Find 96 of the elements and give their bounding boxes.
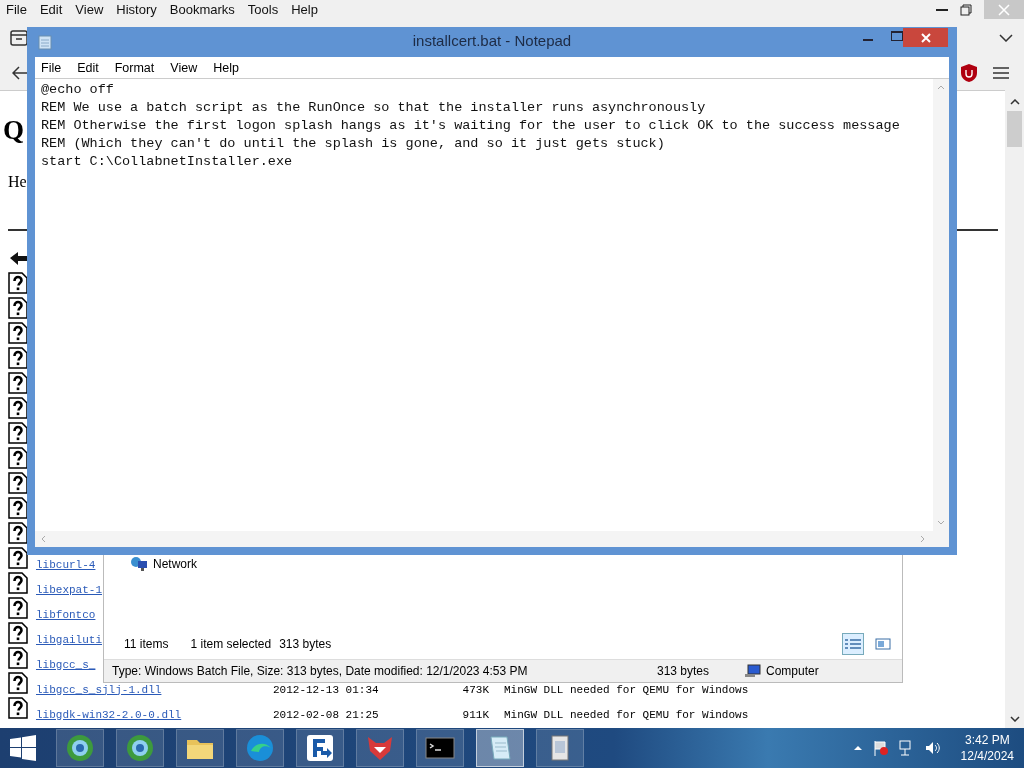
file-description: MinGW DLL needed for QEMU for Windows	[504, 683, 749, 696]
unknown-file-icon	[8, 297, 28, 319]
unknown-file-icon	[8, 397, 28, 419]
close-icon	[920, 32, 931, 43]
file-link[interactable]: libexpat-1	[36, 583, 102, 596]
maximize-icon[interactable]	[891, 31, 903, 41]
menu-item[interactable]: Help	[291, 2, 318, 20]
taskbar-button[interactable]	[176, 729, 224, 767]
taskbar-button[interactable]	[56, 729, 104, 767]
scroll-up-icon[interactable]	[1009, 99, 1020, 105]
chevron-up-icon[interactable]	[852, 745, 863, 751]
details-view-button[interactable]	[842, 633, 864, 655]
chevron-down-icon[interactable]	[999, 34, 1013, 42]
menu-item[interactable]: Format	[114, 60, 155, 75]
globe-icon	[65, 733, 95, 763]
scroll-thumb[interactable]	[1007, 111, 1022, 147]
unknown-file-icon	[8, 622, 28, 644]
unknown-file-icon	[8, 372, 28, 394]
code-line: @echo off	[41, 81, 114, 99]
globe-icon	[125, 733, 155, 763]
list-icon	[845, 638, 861, 650]
unknown-file-icon	[8, 547, 28, 569]
file-description: MinGW DLL needed for QEMU for Windows	[504, 708, 749, 721]
unknown-file-icon	[8, 472, 28, 494]
file-link[interactable]: libgcc_s_sjlj-1.dll	[36, 683, 162, 696]
taskbar-button[interactable]	[536, 729, 584, 767]
unknown-file-icon	[8, 497, 28, 519]
file-link[interactable]: libcurl-4	[36, 558, 96, 571]
menu-item[interactable]: File	[6, 2, 27, 20]
back-icon[interactable]	[12, 66, 28, 80]
menu-item[interactable]: History	[116, 2, 157, 20]
taskbar-button[interactable]	[116, 729, 164, 767]
unknown-file-icon	[8, 697, 28, 719]
file-date: 2012-02-08 21:25	[273, 708, 380, 721]
menu-icon[interactable]	[993, 67, 1009, 79]
menu-item[interactable]: Tools	[247, 2, 279, 20]
menu-item[interactable]: Help	[213, 60, 239, 75]
file-size: 473K	[461, 683, 489, 696]
unknown-file-icon	[8, 347, 28, 369]
unknown-file-icon	[8, 572, 28, 594]
clock-time: 3:42 PM	[964, 732, 1010, 748]
file-link[interactable]: libfontco	[36, 608, 96, 621]
restore-icon[interactable]	[960, 3, 972, 16]
taskbar-button[interactable]	[236, 729, 284, 767]
page-text: He	[8, 173, 27, 191]
close-button[interactable]	[903, 28, 948, 47]
code-line: start C:\CollabnetInstaller.exe	[41, 153, 293, 171]
close-icon	[998, 3, 1010, 16]
clock-date: 12/4/2024	[960, 748, 1014, 764]
window-title: installcert.bat - Notepad	[411, 32, 573, 49]
tab-list-icon[interactable]	[10, 30, 28, 46]
taskbar-button[interactable]	[296, 729, 344, 767]
code-line: REM We use a batch script as the RunOnce so that the installer runs asynchronously	[41, 99, 706, 117]
unknown-file-icon	[8, 447, 28, 469]
wave-icon	[245, 733, 275, 763]
shield-icon[interactable]	[960, 63, 978, 83]
network-icon	[130, 556, 148, 572]
file-size: 911K	[461, 708, 489, 721]
location-label: Computer	[766, 664, 819, 678]
preview-icon	[875, 638, 891, 650]
menu-item[interactable]: View	[75, 2, 104, 20]
taskbar-button[interactable]	[416, 729, 464, 767]
clock[interactable]: 3:42 PM 12/4/2024	[960, 732, 1014, 764]
file-link[interactable]: libgailuti	[36, 633, 102, 646]
computer-icon	[745, 664, 761, 678]
unknown-file-icon	[8, 597, 28, 619]
code-line: REM (Which they can't do until the splash is gone, and so it just gets stuck)	[41, 135, 665, 153]
windows-logo-icon[interactable]	[10, 735, 36, 761]
menu-item[interactable]: Edit	[39, 2, 63, 20]
menu-item[interactable]: Bookmarks	[169, 2, 235, 20]
menu-item[interactable]: Edit	[77, 60, 99, 75]
item-count: 11 items	[124, 637, 169, 651]
unknown-file-icon	[8, 272, 28, 294]
selection-size: 313 bytes	[279, 637, 332, 651]
page-heading: Q	[3, 117, 24, 144]
unknown-file-icon	[8, 322, 28, 344]
taskbar-button[interactable]	[476, 729, 524, 767]
speaker-icon[interactable]	[924, 741, 941, 755]
code-line: REM Otherwise the first logon splash hangs as it's waiting for the user to click OK to the success message	[41, 117, 900, 135]
file-date: 2012-12-13 01:34	[273, 683, 380, 696]
taskbar-button[interactable]	[356, 729, 404, 767]
file-size-text: 313 bytes	[657, 664, 711, 678]
scroll-down-icon[interactable]	[1009, 716, 1020, 722]
selection-count: 1 item selected	[190, 637, 272, 651]
flag-icon[interactable]	[872, 740, 889, 756]
file-link[interactable]: libgcc_s_	[36, 658, 96, 671]
unknown-file-icon	[8, 422, 28, 444]
file-details: Type: Windows Batch File, Size: 313 bytes, Date modified: 12/1/2023 4:53 PM	[112, 664, 529, 678]
unknown-file-icon	[8, 647, 28, 669]
unknown-file-icon	[8, 672, 28, 694]
file-link[interactable]: libgdk-win32-2.0-0.dll	[36, 708, 182, 721]
unknown-file-icon	[8, 522, 28, 544]
menu-item[interactable]: View	[170, 60, 198, 75]
folder-item-label[interactable]: Network	[153, 557, 197, 571]
notepad-icon	[38, 34, 52, 50]
menu-item[interactable]: File	[41, 60, 62, 75]
